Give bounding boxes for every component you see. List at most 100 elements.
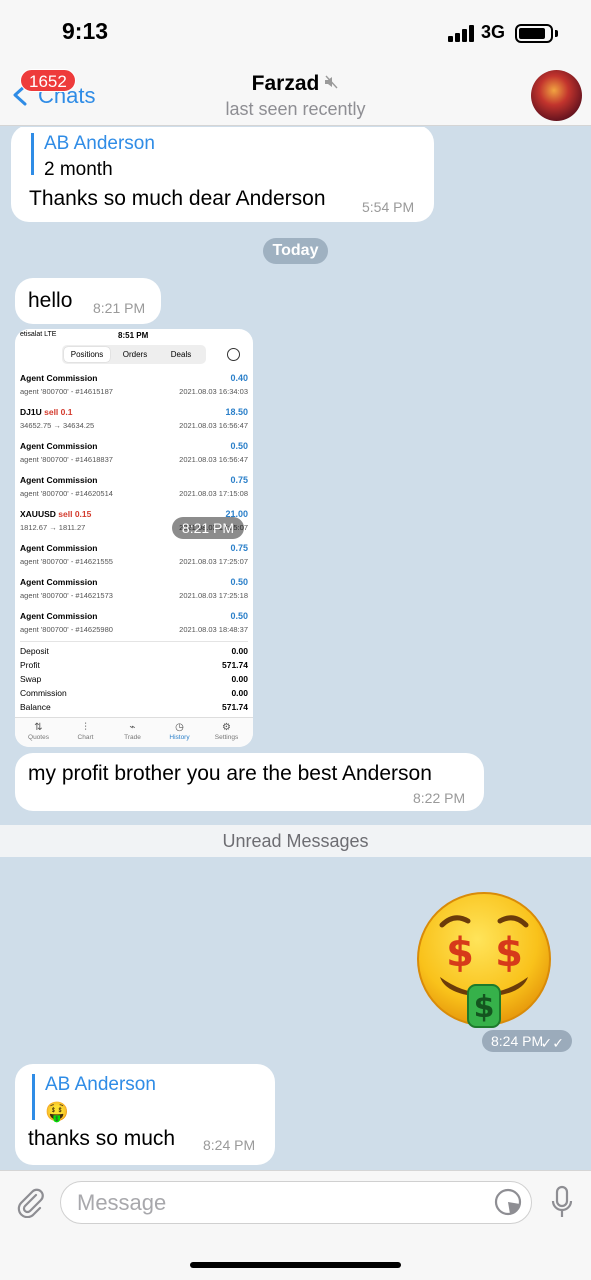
message-time: 8:24 PM xyxy=(203,1137,256,1153)
photo-divider xyxy=(20,641,248,642)
incoming-message[interactable]: hello 8:21 PM xyxy=(15,278,161,324)
photo-summary-value: 0.00 xyxy=(231,674,248,684)
photo-quotes-icon: ⇅ xyxy=(34,722,43,733)
photo-row-amount: 0.50 xyxy=(230,611,248,621)
photo-clock-icon xyxy=(227,348,240,361)
photo-trade-icon: ⌁ xyxy=(129,722,136,733)
photo-row-side: sell 0.1 xyxy=(44,407,73,417)
svg-text:$: $ xyxy=(474,990,495,1025)
photo-row-detail: agent '800700' - #14621555 xyxy=(20,557,113,566)
photo-row-name: Agent Commission xyxy=(20,441,98,451)
home-indicator xyxy=(190,1262,401,1268)
photo-summary-label: Profit xyxy=(20,660,40,670)
photo-summary-label: Deposit xyxy=(20,646,49,656)
photo-segmented-control: Positions Orders Deals xyxy=(62,345,206,364)
photo-trade-row: Agent Commission 0.40 agent '800700' - #1… xyxy=(20,373,248,403)
photo-row-amount: 0.40 xyxy=(230,373,248,383)
chat-header: Chats 1652 Farzad last seen recently xyxy=(0,64,591,126)
message-text: hello xyxy=(28,289,73,312)
photo-summary-row: Swap 0.00 xyxy=(20,674,248,688)
photo-row-amount: 0.75 xyxy=(230,475,248,485)
message-text: thanks so much xyxy=(28,1127,176,1150)
message-text: my profit brother you are the best Ander… xyxy=(28,762,432,785)
photo-trade-row: Agent Commission 0.75 agent '800700' - #1… xyxy=(20,543,248,573)
reply-author: AB Anderson xyxy=(44,133,155,154)
message-text: Thanks so much dear Anderson xyxy=(29,187,326,210)
photo-row-detail: 34652.75 → 34634.25 xyxy=(20,421,95,430)
photo-tab-orders: Orders xyxy=(122,350,148,359)
photo-row-side: sell 0.15 xyxy=(58,509,92,519)
photo-summary-row: Balance 571.74 xyxy=(20,702,248,716)
photo-row-name: Agent Commission xyxy=(20,475,98,485)
photo-carrier: etisalat LTE xyxy=(20,331,57,338)
message-time: 8:22 PM xyxy=(413,790,466,806)
photo-tab-history: History xyxy=(169,734,190,741)
sticker-timestamp: 8:24 PM ✓✓ xyxy=(482,1030,572,1052)
reply-quote[interactable]: AB Anderson 🤑 xyxy=(32,1074,156,1123)
photo-row-date: 2021.08.03 16:56:47 xyxy=(179,455,248,464)
read-checks-icon: ✓✓ xyxy=(540,1035,564,1051)
photo-summary-value: 571.74 xyxy=(222,702,248,712)
sticker-icon[interactable] xyxy=(494,1188,522,1216)
incoming-message[interactable]: AB Anderson 🤑 thanks so much 8:24 PM xyxy=(15,1064,275,1165)
photo-trade-row: Agent Commission 0.50 agent '800700' - #1… xyxy=(20,577,248,607)
incoming-message[interactable]: AB Anderson 2 month Thanks so much dear … xyxy=(11,127,434,222)
mic-icon[interactable] xyxy=(550,1185,574,1219)
message-input[interactable]: Message xyxy=(60,1181,532,1224)
photo-row-date: 2021.08.03 16:56:47 xyxy=(179,421,248,430)
reply-text: 2 month xyxy=(44,159,113,180)
photo-trade-row: DJ1U sell 0.1 18.50 34652.75 → 34634.25 202… xyxy=(20,407,248,437)
photo-row-date: 2021.08.03 17:25:18 xyxy=(179,591,248,600)
photo-tab-trade: Trade xyxy=(124,734,141,741)
photo-summary-label: Swap xyxy=(20,674,42,684)
photo-tab-positions: Positions xyxy=(64,347,110,362)
photo-trade-row: Agent Commission 0.50 agent '800700' - #1… xyxy=(20,441,248,471)
svg-text:$: $ xyxy=(446,930,474,976)
battery-tip xyxy=(555,30,558,37)
photo-summary-row: Commission 0.00 xyxy=(20,688,248,702)
photo-chart-icon: ⫶ xyxy=(84,722,87,733)
unread-messages-separator: Unread Messages xyxy=(0,825,591,857)
photo-row-name: DJ1U sell 0.1 xyxy=(20,407,73,417)
photo-row-amount: 18.50 xyxy=(225,407,248,417)
chat-title[interactable]: Farzad xyxy=(252,72,320,95)
photo-row-name: Agent Commission xyxy=(20,577,98,587)
photo-tab-settings: Settings xyxy=(214,734,239,741)
reply-quote[interactable]: AB Anderson 2 month xyxy=(31,133,155,180)
reply-text: 🤑 xyxy=(45,1102,69,1123)
photo-row-amount: 0.75 xyxy=(230,543,248,553)
photo-tab-chart: Chart xyxy=(77,734,94,741)
photo-history-icon: ◷ xyxy=(175,722,184,733)
photo-row-name: Agent Commission xyxy=(20,543,98,553)
photo-row-name: XAUUSD sell 0.15 xyxy=(20,509,92,519)
chat-area[interactable]: AB Anderson 2 month Thanks so much dear … xyxy=(0,127,591,1170)
photo-settings-icon: ⚙ xyxy=(222,722,231,733)
photo-summary-row: Deposit 0.00 xyxy=(20,646,248,660)
photo-summary-label: Balance xyxy=(20,702,51,712)
photo-row-name: Agent Commission xyxy=(20,373,98,383)
last-seen-status: last seen recently xyxy=(225,99,366,119)
chat-title-wrap[interactable]: Farzad xyxy=(0,72,591,96)
photo-row-date: 2021.08.03 18:48:37 xyxy=(179,625,248,634)
photo-tab-bar: ⇅ ⫶ ⌁ ◷ ⚙ Quotes Chart Trade History Set… xyxy=(15,717,253,747)
photo-summary-value: 571.74 xyxy=(222,660,248,670)
reply-author: AB Anderson xyxy=(45,1074,156,1095)
photo-row-name: Agent Commission xyxy=(20,611,98,621)
photo-tab-quotes: Quotes xyxy=(28,734,49,741)
battery-icon xyxy=(515,24,553,43)
photo-row-detail: 1812.67 → 1811.27 xyxy=(20,523,86,532)
money-face-sticker[interactable]: $ $ $ xyxy=(414,891,554,1031)
photo-row-detail: agent '800700' - #14618837 xyxy=(20,455,113,464)
photo-row-date: 2021.08.03 16:34:03 xyxy=(179,387,248,396)
photo-trade-row: Agent Commission 0.50 agent '800700' - #1… xyxy=(20,611,248,641)
incoming-message[interactable]: my profit brother you are the best Ander… xyxy=(15,753,484,811)
photo-row-detail: agent '800700' - #14621573 xyxy=(20,591,113,600)
photo-time: 8:51 PM xyxy=(118,331,149,340)
avatar[interactable] xyxy=(531,70,582,121)
message-time: 5:54 PM xyxy=(362,199,415,215)
photo-summary-row: Profit 571.74 xyxy=(20,660,248,674)
attach-icon[interactable] xyxy=(14,1186,46,1218)
signal-strength-icon xyxy=(448,25,474,42)
message-time: 8:24 PM xyxy=(491,1033,544,1049)
photo-row-amount: 0.50 xyxy=(230,441,248,451)
